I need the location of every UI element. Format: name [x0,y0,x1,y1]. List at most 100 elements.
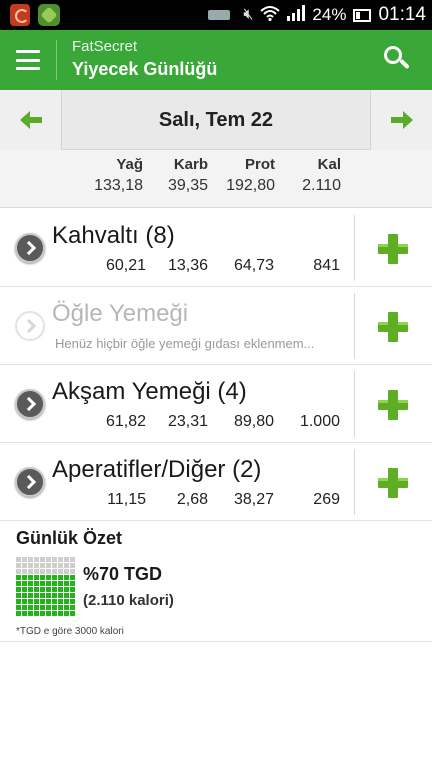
divider [56,40,57,80]
chevron-right-icon[interactable] [15,311,45,341]
waffle-cell [52,557,57,562]
waffle-cell [28,581,33,586]
current-date: Salı, Tem 22 [158,108,274,131]
waffle-cell [58,557,63,562]
next-day-button[interactable] [370,90,432,150]
waffle-cell [34,557,39,562]
waffle-cell [22,575,27,580]
keyboard-icon [208,10,231,20]
app-name: FatSecret [72,38,138,55]
waffle-cell [16,569,21,574]
waffle-cell [28,605,33,610]
calories-header: Kal [317,156,341,173]
waffle-cell [34,587,39,592]
meal-row-breakfast[interactable]: Kahvaltı (8) 60,21 13,36 64,73 841 [0,209,432,287]
waffle-cell [46,575,51,580]
waffle-cell [58,569,63,574]
waffle-cell [46,611,51,616]
waffle-cell [52,587,57,592]
waffle-cell [70,575,75,580]
waffle-cell [16,563,21,568]
add-food-button[interactable] [378,390,408,420]
waffle-cell [40,575,45,580]
chevron-right-icon[interactable] [15,233,45,263]
waffle-cell [64,563,69,568]
mute-icon: 🔇︎ [243,6,254,23]
waffle-cell [16,557,21,562]
add-food-button[interactable] [378,234,408,264]
waffle-cell [46,599,51,604]
arrow-right-icon [390,111,413,129]
waffle-cell [40,611,45,616]
waffle-cell [28,563,33,568]
waffle-cell [70,587,75,592]
waffle-cell [34,605,39,610]
waffle-cell [28,569,33,574]
menu-icon[interactable] [16,50,40,70]
divider [354,293,355,359]
waffle-cell [22,587,27,592]
waffle-cell [52,575,57,580]
waffle-cell [22,557,27,562]
meal-calories: 269 [313,491,340,508]
meal-calories: 841 [313,257,340,274]
waffle-cell [40,557,45,562]
waffle-cell [70,593,75,598]
waffle-cell [70,581,75,586]
waffle-cell [40,581,45,586]
waffle-cell [40,605,45,610]
clock: 01:14 [378,4,426,25]
waffle-cell [58,599,63,604]
chevron-right-icon[interactable] [15,389,45,419]
meal-row-snacks[interactable]: Aperatifler/Diğer (2) 11,15 2,68 38,27 2… [0,443,432,521]
waffle-cell [64,611,69,616]
waffle-cell [34,581,39,586]
meal-row-dinner[interactable]: Akşam Yemeği (4) 61,82 23,31 89,80 1.000 [0,365,432,443]
waffle-cell [64,593,69,598]
rdi-footnote: *TGD e göre 3000 kalori [16,626,124,637]
waffle-cell [52,605,57,610]
waffle-cell [22,611,27,616]
waffle-cell [58,563,63,568]
waffle-cell [46,569,51,574]
waffle-cell [16,605,21,610]
waffle-cell [64,605,69,610]
waffle-cell [46,593,51,598]
search-icon[interactable] [384,46,412,74]
waffle-cell [22,569,27,574]
waffle-cell [40,593,45,598]
page-title: Yiyecek Günlüğü [72,59,218,79]
daily-totals: Yağ Karb Prot Kal 133,18 39,35 192,80 2.… [0,150,432,208]
waffle-cell [58,605,63,610]
wifi-icon [260,5,281,26]
waffle-cell [58,581,63,586]
calories-total: 2.110 [302,177,341,194]
waffle-cell [58,611,63,616]
waffle-cell [52,569,57,574]
waffle-cell [58,587,63,592]
waffle-cell [28,593,33,598]
previous-day-button[interactable] [0,90,62,150]
waffle-cell [52,599,57,604]
chevron-right-icon[interactable] [15,467,45,497]
add-food-button[interactable] [378,312,408,342]
waffle-cell [34,569,39,574]
waffle-cell [16,587,21,592]
daily-summary: Günlük Özet %70 TGD (2.110 kalori) *TGD … [0,520,432,642]
app-notification-icon [10,4,30,26]
waffle-cell [46,587,51,592]
waffle-cell [70,557,75,562]
waffle-cell [64,587,69,592]
battery-percent: 24% [312,5,347,24]
status-bar: 🔇︎ 24% 01:14 [0,0,432,30]
waffle-cell [22,605,27,610]
add-food-button[interactable] [378,468,408,498]
waffle-cell [70,569,75,574]
arrow-left-icon [19,111,42,129]
waffle-cell [64,557,69,562]
waffle-cell [52,593,57,598]
waffle-cell [52,611,57,616]
meal-row-lunch[interactable]: Öğle Yemeği Henüz hiçbir öğle yemeği gıd… [0,287,432,365]
waffle-cell [64,575,69,580]
waffle-cell [16,599,21,604]
